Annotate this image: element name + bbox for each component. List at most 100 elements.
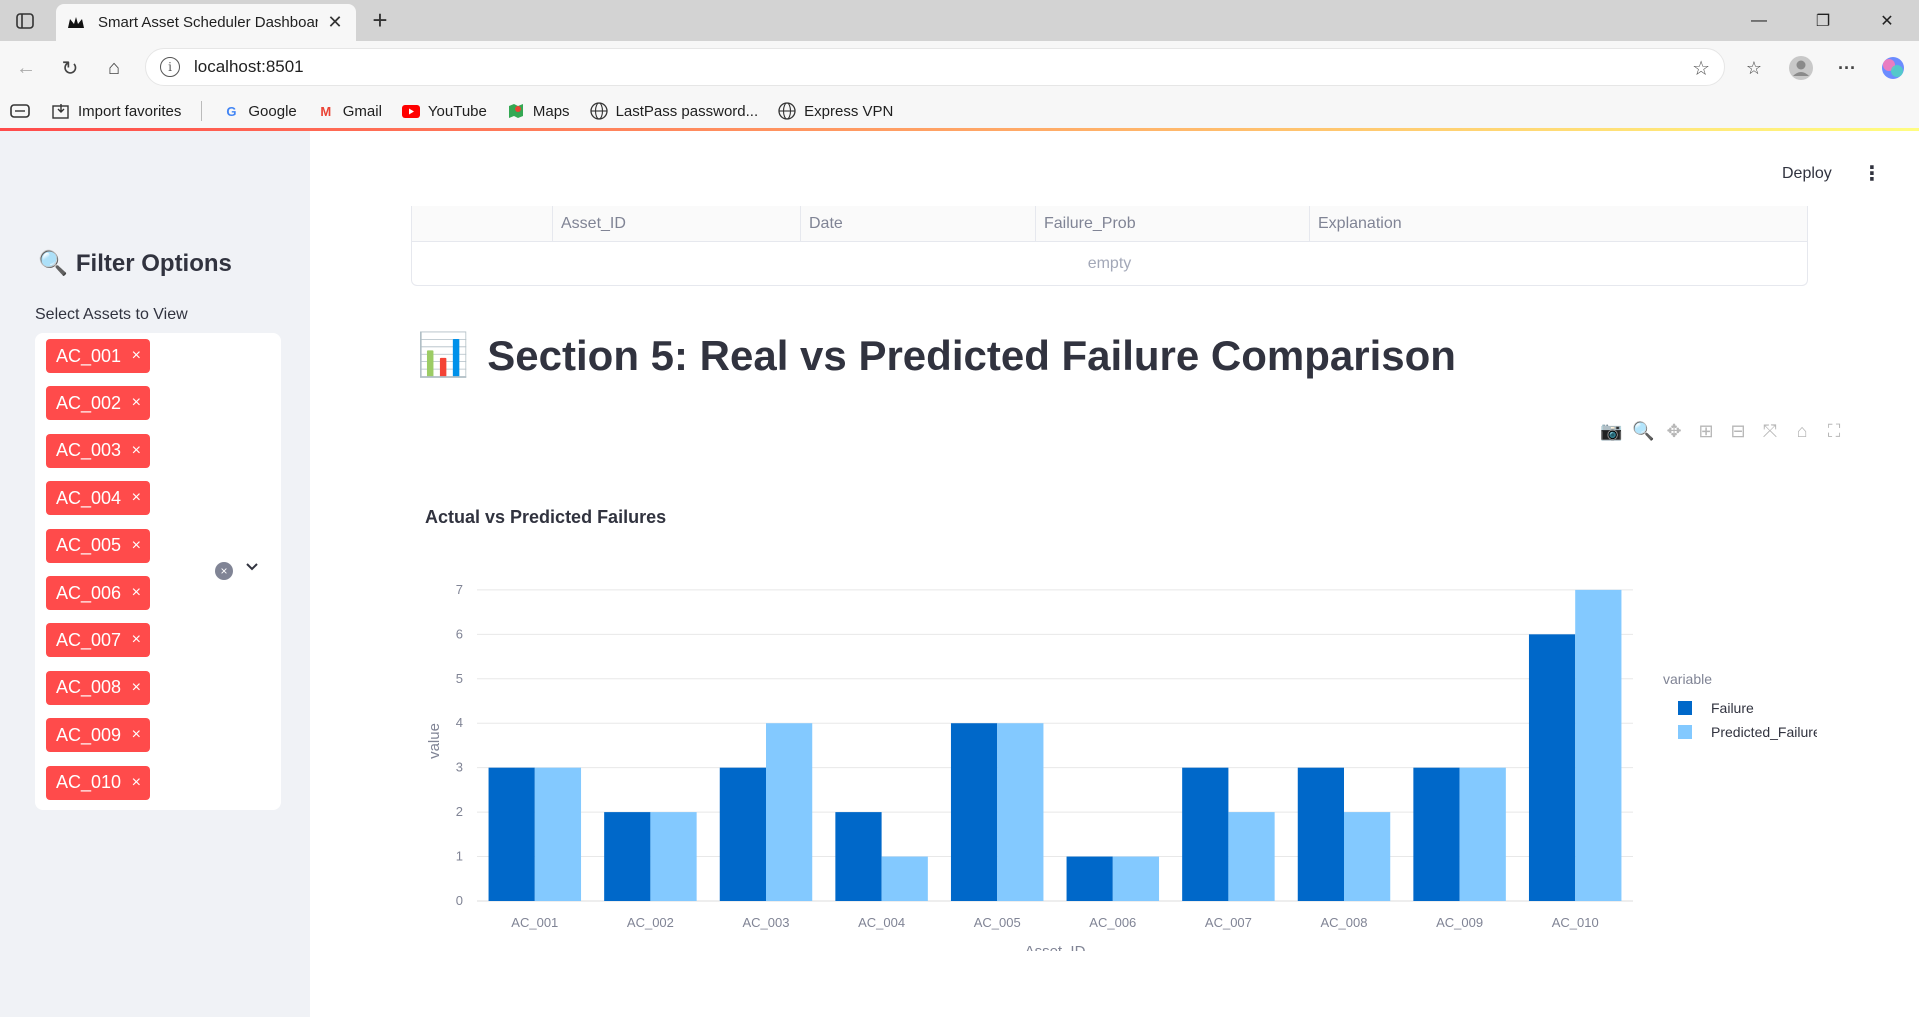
copilot-icon[interactable] [1878,54,1908,82]
remove-chip-icon[interactable]: × [132,679,141,697]
reset-axes-icon[interactable]: ⌂ [1792,421,1812,442]
reload-icon[interactable]: ↻ [56,54,84,82]
address-bar[interactable]: i localhost:8501 ☆ [145,48,1725,86]
asset-chip-label: AC_002 [56,392,122,413]
bar-predicted-failure[interactable] [766,723,813,901]
legend-label[interactable]: Predicted_Failure [1711,724,1817,740]
bar-predicted-failure[interactable] [1344,812,1391,901]
bookmark-label: Express VPN [804,102,894,120]
x-tick-label: AC_001 [511,915,558,930]
bookmark-google[interactable]: G Google [222,102,296,120]
camera-icon[interactable]: 📷 [1600,421,1622,442]
y-axis-title: value [426,723,443,759]
bar-failure[interactable] [1528,634,1576,901]
bookmark-import-favorites[interactable]: Import favorites [52,102,181,120]
bar-failure[interactable] [604,812,651,901]
remove-chip-icon[interactable]: × [132,584,141,602]
bar-predicted-failure[interactable] [1459,767,1506,901]
bar-predicted-failure[interactable] [534,767,582,901]
bar-failure[interactable] [1066,856,1113,901]
browser-tab[interactable]: Smart Asset Scheduler Dashboard ✕ [56,4,356,41]
bookmark-lastpass[interactable]: LastPass password... [589,102,758,120]
new-tab-button[interactable]: + [366,7,394,33]
remove-chip-icon[interactable]: × [132,726,141,744]
restore-icon[interactable]: ❐ [1791,0,1855,41]
gmail-icon: M [320,103,332,119]
column-header-asset-id[interactable]: Asset_ID [552,206,800,242]
zoom-icon[interactable]: 🔍 [1632,421,1654,442]
remove-chip-icon[interactable]: × [132,631,141,649]
column-header-failure-prob[interactable]: Failure_Prob [1035,206,1309,242]
remove-chip-icon[interactable]: × [132,347,141,365]
asset-chip[interactable]: AC_001 × [46,339,150,373]
bar-predicted-failure[interactable] [1112,856,1160,901]
bookmark-maps[interactable]: Maps [507,102,570,120]
remove-chip-icon[interactable]: × [132,489,141,507]
asset-chip[interactable]: AC_003 × [46,433,150,468]
fullscreen-icon[interactable]: ⛶ [1824,421,1844,442]
bar-failure[interactable] [719,767,766,901]
legend-swatch[interactable] [1678,701,1692,715]
more-options-icon[interactable]: ··· [1833,54,1861,82]
remove-chip-icon[interactable]: × [132,442,141,460]
bookmark-gmail[interactable]: M Gmail [317,102,382,120]
asset-chip[interactable]: AC_002 × [46,386,150,421]
asset-multiselect[interactable]: × AC_001 × AC_002 × AC_003 × AC_004 × AC_005 × AC_… [35,333,281,810]
bookmark-label: YouTube [427,102,487,120]
asset-chip[interactable]: AC_008 × [46,670,150,705]
chevron-down-icon[interactable] [245,559,259,575]
pan-icon[interactable]: ✥ [1664,421,1684,442]
failure-comparison-chart[interactable]: Actual vs Predicted Failures 0 1 2 3 4 5 6 7 AC_0… [417,451,1817,951]
tab-close-icon[interactable]: ✕ [324,12,346,33]
remove-chip-icon[interactable]: × [132,774,141,792]
column-header-date[interactable]: Date [800,206,1035,242]
asset-chip[interactable]: AC_007 × [46,623,150,658]
bar-failure[interactable] [1413,767,1460,901]
maps-icon [507,102,525,120]
asset-chip[interactable]: AC_010 × [46,765,150,800]
autoscale-icon[interactable]: ⤧ [1760,421,1780,442]
bar-predicted-failure[interactable] [881,856,928,901]
tab-actions-button[interactable] [12,9,38,33]
bookmark-label: Import favorites [78,102,182,120]
bar-predicted-failure[interactable] [1228,812,1275,901]
bookmark-youtube[interactable]: YouTube [401,102,487,120]
asset-chip-label: AC_004 [56,487,122,508]
bar-failure[interactable] [1297,767,1344,901]
asset-chip[interactable]: AC_009 × [46,718,150,753]
bar-failure[interactable] [835,812,882,901]
back-arrow-icon[interactable]: ← [12,54,40,82]
bar-failure[interactable] [950,723,998,901]
sidebar: 🔍 Filter Options Select Assets to View ×… [0,131,310,1017]
column-header-explanation[interactable]: Explanation [1309,206,1807,242]
asset-chip[interactable]: AC_005 × [46,528,150,563]
prediction-dataframe[interactable]: Asset_ID Date Failure_Prob Explanation e… [411,206,1808,286]
zoom-out-icon[interactable]: ⊟ [1728,421,1748,442]
bar-predicted-failure[interactable] [997,723,1044,901]
deploy-button[interactable]: Deploy [1782,165,1832,183]
bar-failure[interactable] [488,767,535,901]
minimize-icon[interactable]: — [1727,0,1791,41]
main-menu-icon[interactable]: ⋮ [1862,161,1882,186]
clear-all-icon[interactable]: × [215,562,233,580]
bar-predicted-failure[interactable] [1575,589,1622,901]
zoom-in-icon[interactable]: ⊞ [1696,421,1716,442]
legend-title: variable [1663,671,1712,687]
bar-predicted-failure[interactable] [650,812,697,901]
profile-avatar[interactable] [1786,54,1816,82]
remove-chip-icon[interactable]: × [132,394,141,412]
remove-chip-icon[interactable]: × [132,537,141,555]
close-window-icon[interactable]: ✕ [1855,0,1919,41]
favorites-icon[interactable]: ☆ [1740,54,1768,82]
legend-label[interactable]: Failure [1711,700,1754,716]
bar-failure[interactable] [1182,767,1229,901]
favorite-star-icon[interactable]: ☆ [1692,56,1710,81]
asset-chip[interactable]: AC_004 × [46,481,150,516]
magnifier-icon: 🔍 [38,250,68,277]
site-info-icon[interactable]: i [160,57,180,77]
home-icon[interactable]: ⌂ [100,54,128,82]
legend-swatch[interactable] [1678,725,1692,739]
asset-chip[interactable]: AC_006 × [46,576,150,610]
reading-list-icon[interactable] [10,104,30,118]
bookmark-express-vpn[interactable]: Express VPN [778,102,893,120]
